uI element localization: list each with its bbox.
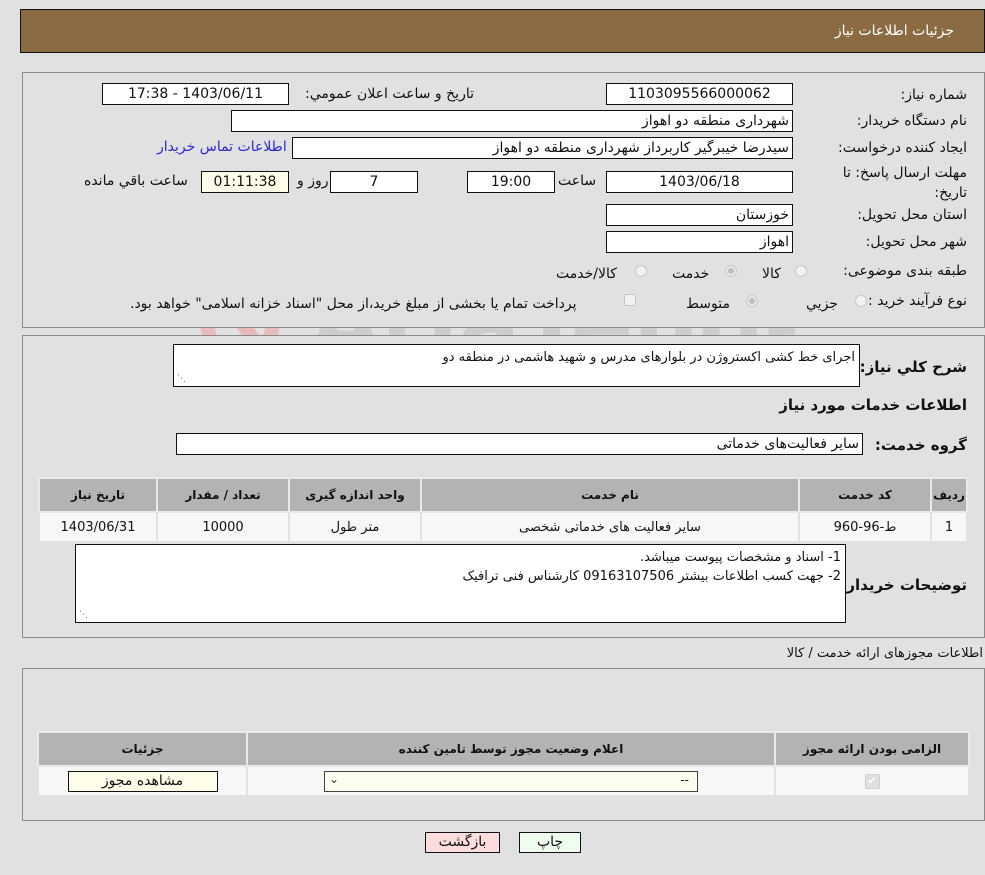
cell-permit-required: ✔ bbox=[774, 765, 970, 797]
deadline-date-field: 1403/06/18 bbox=[606, 171, 793, 193]
cell-permit-status: -- ⌄ bbox=[246, 765, 776, 797]
requester-label: ایجاد کننده درخواست: bbox=[838, 140, 967, 156]
permit-required-checkbox[interactable]: ✔ bbox=[864, 774, 880, 789]
purchase-type-radio-minor[interactable] bbox=[855, 295, 867, 307]
back-button[interactable]: بازگشت bbox=[425, 832, 500, 853]
table-row: 1 ط-96-960 سایر فعالیت های خدماتی شخصی م… bbox=[38, 511, 968, 543]
permits-heading: اطلاعات مجوزهای ارائه خدمت / کالا bbox=[786, 646, 983, 661]
col-service-code: کد خدمت bbox=[798, 477, 932, 513]
cell-service-code: ط-96-960 bbox=[798, 511, 932, 543]
deadline-time-field: 19:00 bbox=[467, 171, 555, 193]
buyer-contact-link[interactable]: اطلاعات تماس خریدار bbox=[157, 139, 287, 155]
category-option-service: خدمت bbox=[672, 266, 710, 282]
treasury-checkbox[interactable] bbox=[624, 294, 636, 306]
col-quantity: تعداد / مقدار bbox=[156, 477, 290, 513]
category-radio-goods-service[interactable] bbox=[635, 265, 647, 277]
city-label: شهر محل تحویل: bbox=[865, 234, 967, 250]
cell-permit-details: مشاهده مجوز bbox=[37, 765, 248, 797]
deadline-label: مهلت ارسال پاسخ: تا تاریخ: bbox=[842, 165, 967, 201]
buyer-notes-line-2: 2- جهت کسب اطلاعات بیشتر 09163107506 کار… bbox=[462, 569, 842, 584]
permit-status-value: -- bbox=[680, 772, 689, 787]
summary-textarea[interactable]: اجرای خط کشی اکستروژن در بلوارهای مدرس و… bbox=[173, 344, 860, 387]
province-label: استان محل تحویل: bbox=[857, 207, 967, 223]
print-button[interactable]: چاپ bbox=[519, 832, 581, 853]
services-table: ردیف کد خدمت نام خدمت واحد اندازه گیری ت… bbox=[38, 477, 968, 543]
summary-label: شرح کلي نیاز: bbox=[859, 358, 967, 376]
purchase-type-label: نوع فرآیند خرید : bbox=[868, 293, 967, 309]
services-heading: اطلاعات خدمات مورد نیاز bbox=[779, 396, 967, 414]
resize-grip-icon[interactable]: ⋰ bbox=[79, 611, 88, 620]
service-group-label: گروه خدمت: bbox=[874, 436, 967, 454]
cell-need-date: 1403/06/31 bbox=[38, 511, 158, 543]
col-permit-details: جزئیات bbox=[37, 731, 248, 767]
purchase-type-option-minor: جزیي bbox=[806, 296, 838, 312]
category-label: طبقه بندی موضوعی: bbox=[843, 263, 967, 279]
col-unit: واحد اندازه گیری bbox=[288, 477, 422, 513]
need-number-field: 1103095566000062 bbox=[606, 83, 793, 105]
col-permit-required: الزامی بودن ارائه مجوز bbox=[774, 731, 970, 767]
buyer-notes-line-1: 1- اسناد و مشخصات پیوست میباشد. bbox=[639, 550, 841, 565]
permits-table: الزامی بودن ارائه مجوز اعلام وضعیت مجوز … bbox=[37, 731, 970, 797]
remaining-time-field: 01:11:38 bbox=[201, 171, 289, 193]
resize-grip-icon[interactable]: ⋰ bbox=[177, 375, 186, 384]
buyer-org-field: شهرداری منطقه دو اهواز bbox=[231, 110, 793, 132]
category-radio-service[interactable] bbox=[725, 265, 737, 277]
remaining-days-label: روز و bbox=[297, 173, 329, 189]
remaining-days-field: 7 bbox=[330, 171, 418, 193]
summary-text: اجرای خط کشی اکستروژن در بلوارهای مدرس و… bbox=[442, 350, 855, 365]
col-need-date: تاریخ نیاز bbox=[38, 477, 158, 513]
permits-table-header: الزامی بودن ارائه مجوز اعلام وضعیت مجوز … bbox=[37, 731, 970, 767]
requester-field: سیدرضا خیبرگیر کاربرداز شهرداری منطقه دو… bbox=[292, 137, 793, 159]
permit-status-select[interactable]: -- ⌄ bbox=[324, 770, 698, 792]
page-header: جزئیات اطلاعات نیاز bbox=[20, 9, 985, 53]
col-permit-status: اعلام وضعیت مجوز توسط تامین کننده bbox=[246, 731, 776, 767]
remaining-time-label: ساعت باقي مانده bbox=[84, 173, 188, 189]
category-option-goods: کالا bbox=[762, 266, 781, 282]
cell-service-name: سایر فعالیت های خدماتی شخصی bbox=[420, 511, 800, 543]
table-row: ✔ -- ⌄ مشاهده مجوز bbox=[37, 765, 970, 797]
service-group-field: سایر فعالیت‌های خدماتی bbox=[176, 433, 863, 455]
col-service-name: نام خدمت bbox=[420, 477, 800, 513]
cell-quantity: 10000 bbox=[156, 511, 290, 543]
cell-row: 1 bbox=[930, 511, 968, 543]
need-number-label: شماره نیاز: bbox=[900, 87, 968, 103]
announce-datetime-label: تاریخ و ساعت اعلان عمومي: bbox=[305, 86, 474, 102]
purchase-type-radio-medium[interactable] bbox=[746, 295, 758, 307]
cell-unit: متر طول bbox=[288, 511, 422, 543]
city-field: اهواز bbox=[606, 231, 793, 253]
category-radio-goods[interactable] bbox=[795, 265, 807, 277]
view-permit-button[interactable]: مشاهده مجوز bbox=[67, 770, 218, 792]
chevron-down-icon: ⌄ bbox=[329, 771, 340, 786]
col-row: ردیف bbox=[930, 477, 968, 513]
announce-datetime-field: 1403/06/11 - 17:38 bbox=[102, 83, 289, 105]
services-table-header: ردیف کد خدمت نام خدمت واحد اندازه گیری ت… bbox=[38, 477, 968, 513]
deadline-time-label: ساعت bbox=[558, 173, 597, 189]
treasury-note: پرداخت تمام یا بخشی از مبلغ خرید،از محل … bbox=[130, 296, 577, 312]
buyer-org-label: نام دستگاه خریدار: bbox=[856, 113, 967, 129]
category-option-goods-service: کالا/خدمت bbox=[556, 266, 617, 282]
buyer-notes-textarea[interactable]: 1- اسناد و مشخصات پیوست میباشد. 2- جهت ک… bbox=[75, 544, 846, 623]
purchase-type-option-medium: متوسط bbox=[686, 296, 730, 312]
province-field: خوزستان bbox=[606, 204, 793, 226]
page-title: جزئیات اطلاعات نیاز bbox=[834, 23, 954, 39]
buyer-notes-label: توضیحات خریدار: bbox=[840, 576, 967, 594]
